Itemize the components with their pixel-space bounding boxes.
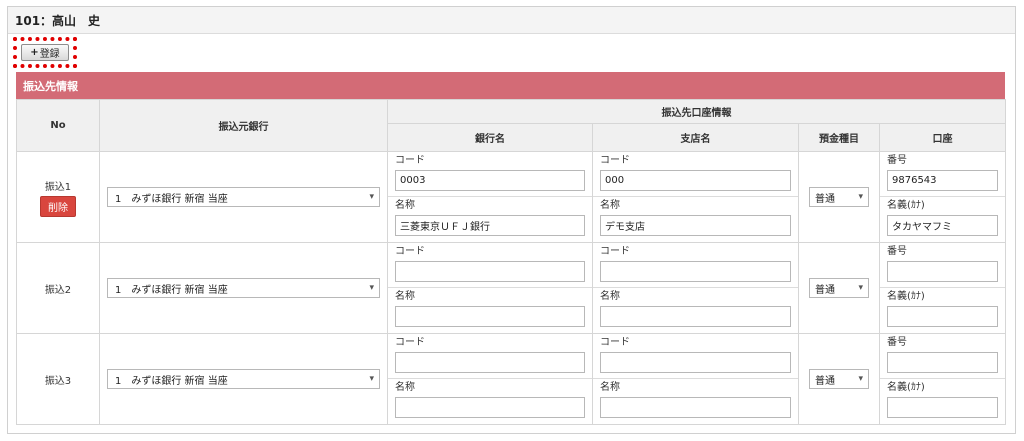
row-no-cell: 振込3 [16, 333, 100, 425]
account-number-label: 番号 [887, 155, 907, 166]
source-bank-cell: 1 みずほ銀行 新宿 当座 ▾ [99, 333, 388, 425]
source-bank-select[interactable]: 1 みずほ銀行 新宿 当座 ▾ [107, 278, 380, 298]
deposit-type-select[interactable]: 普通 ▾ [809, 369, 869, 389]
branch-code-input[interactable]: 000 [600, 170, 791, 191]
source-bank-select[interactable]: 1 みずほ銀行 新宿 当座 ▾ [107, 187, 380, 207]
branch-name-label: 名称 [600, 291, 620, 302]
account-number-label: 番号 [887, 246, 907, 257]
deposit-type-value: 普通 [815, 193, 835, 205]
branch-name-label: 名称 [600, 382, 620, 393]
deposit-type-value: 普通 [815, 375, 835, 387]
bank-name-label: 名称 [395, 382, 415, 393]
account-holder-label: 名義(ｶﾅ) [887, 291, 925, 302]
register-button[interactable]: + 登録 [21, 44, 69, 61]
account-cell: 番号 名義(ｶﾅ) [879, 333, 1006, 425]
branch-code-label: コード [600, 155, 630, 166]
transfer-table: No 振込元銀行 振込先口座情報 銀行名 支店名 預金種目 口座 振込1 削除 [16, 99, 1006, 425]
account-holder-label: 名義(ｶﾅ) [887, 382, 925, 393]
deposit-type-cell: 普通 ▾ [798, 151, 880, 243]
header-source-bank: 振込元銀行 [99, 99, 388, 152]
table-row: 振込2 1 みずほ銀行 新宿 当座 ▾ コード 名称 コード 名称 普通 ▾ 番… [16, 242, 1006, 334]
bank-code-label: コード [395, 155, 425, 166]
row-no-cell: 振込2 [16, 242, 100, 334]
account-number-input[interactable] [887, 352, 998, 373]
branch-name-input[interactable] [600, 397, 791, 418]
source-bank-value: 1 みずほ銀行 新宿 当座 [115, 193, 228, 205]
chevron-down-icon: ▾ [369, 374, 374, 384]
chevron-down-icon: ▾ [858, 192, 863, 202]
branch-cell: コード 000 名称 デモ支店 [592, 151, 799, 243]
deposit-type-cell: 普通 ▾ [798, 333, 880, 425]
register-button-label: 登録 [39, 49, 60, 60]
header-deposit-type: 預金種目 [798, 123, 880, 152]
table-row: 振込3 1 みずほ銀行 新宿 当座 ▾ コード 名称 コード 名称 普通 ▾ 番… [16, 333, 1006, 425]
section-header: 振込先情報 [16, 72, 1005, 99]
chevron-down-icon: ▾ [858, 283, 863, 293]
bank-code-input[interactable] [395, 352, 585, 373]
branch-code-input[interactable] [600, 352, 791, 373]
bank-name-input[interactable] [395, 397, 585, 418]
source-bank-value: 1 みずほ銀行 新宿 当座 [115, 284, 228, 296]
bank-cell: コード 0003 名称 三菱東京ＵＦＪ銀行 [387, 151, 593, 243]
bank-name-label: 名称 [395, 291, 415, 302]
row-label: 振込3 [44, 375, 72, 387]
source-bank-cell: 1 みずほ銀行 新宿 当座 ▾ [99, 242, 388, 334]
account-number-label: 番号 [887, 337, 907, 348]
bank-name-label: 名称 [395, 200, 415, 211]
table-row: 振込1 削除 1 みずほ銀行 新宿 当座 ▾ コード 0003 名称 三菱東京Ｕ… [16, 151, 1006, 243]
account-holder-input[interactable] [887, 397, 998, 418]
branch-name-label: 名称 [600, 200, 620, 211]
bank-cell: コード 名称 [387, 333, 593, 425]
page-title: 101：高山 史 [8, 7, 1015, 34]
chevron-down-icon: ▾ [369, 283, 374, 293]
branch-code-input[interactable] [600, 261, 791, 282]
branch-name-input[interactable]: デモ支店 [600, 215, 791, 236]
delete-button[interactable]: 削除 [40, 195, 76, 217]
row-label: 振込1 [44, 181, 72, 193]
header-dest-account-info: 振込先口座情報 [387, 99, 1006, 124]
account-cell: 番号 9876543 名義(ｶﾅ) タカヤマフミ [879, 151, 1006, 243]
bank-name-input[interactable]: 三菱東京ＵＦＪ銀行 [395, 215, 585, 236]
source-bank-value: 1 みずほ銀行 新宿 当座 [115, 375, 228, 387]
account-holder-input[interactable] [887, 306, 998, 327]
bank-code-label: コード [395, 246, 425, 257]
account-holder-input[interactable]: タカヤマフミ [887, 215, 998, 236]
page-frame: 101：高山 史 + 登録 振込先情報 No 振込元銀行 振込先口座情報 銀行名… [7, 6, 1016, 434]
bank-code-label: コード [395, 337, 425, 348]
row-label: 振込2 [44, 284, 72, 296]
plus-icon: + [30, 47, 39, 58]
bank-name-input[interactable] [395, 306, 585, 327]
header-bank-name: 銀行名 [387, 123, 593, 152]
account-number-input[interactable]: 9876543 [887, 170, 998, 191]
account-cell: 番号 名義(ｶﾅ) [879, 242, 1006, 334]
register-button-highlight: + 登録 [13, 37, 77, 68]
branch-code-label: コード [600, 337, 630, 348]
branch-cell: コード 名称 [592, 242, 799, 334]
account-number-input[interactable] [887, 261, 998, 282]
bank-code-input[interactable] [395, 261, 585, 282]
header-branch-name: 支店名 [592, 123, 799, 152]
branch-cell: コード 名称 [592, 333, 799, 425]
deposit-type-select[interactable]: 普通 ▾ [809, 278, 869, 298]
chevron-down-icon: ▾ [369, 192, 374, 202]
row-no-cell: 振込1 削除 [16, 151, 100, 243]
header-account: 口座 [879, 123, 1006, 152]
account-holder-label: 名義(ｶﾅ) [887, 200, 925, 211]
source-bank-select[interactable]: 1 みずほ銀行 新宿 当座 ▾ [107, 369, 380, 389]
header-no: No [16, 99, 100, 152]
source-bank-cell: 1 みずほ銀行 新宿 当座 ▾ [99, 151, 388, 243]
deposit-type-cell: 普通 ▾ [798, 242, 880, 334]
bank-code-input[interactable]: 0003 [395, 170, 585, 191]
branch-code-label: コード [600, 246, 630, 257]
chevron-down-icon: ▾ [858, 374, 863, 384]
branch-name-input[interactable] [600, 306, 791, 327]
bank-cell: コード 名称 [387, 242, 593, 334]
deposit-type-select[interactable]: 普通 ▾ [809, 187, 869, 207]
deposit-type-value: 普通 [815, 284, 835, 296]
